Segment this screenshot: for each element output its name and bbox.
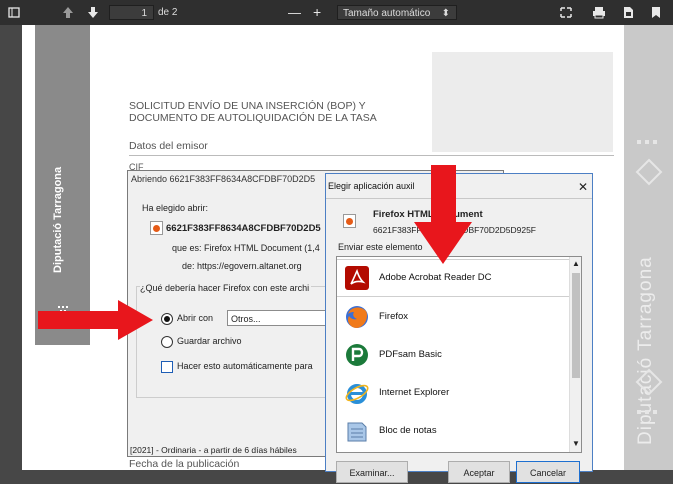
annotation-arrows [38,165,472,340]
red-arrow-icon [38,300,153,340]
red-arrow-icon [414,165,472,264]
